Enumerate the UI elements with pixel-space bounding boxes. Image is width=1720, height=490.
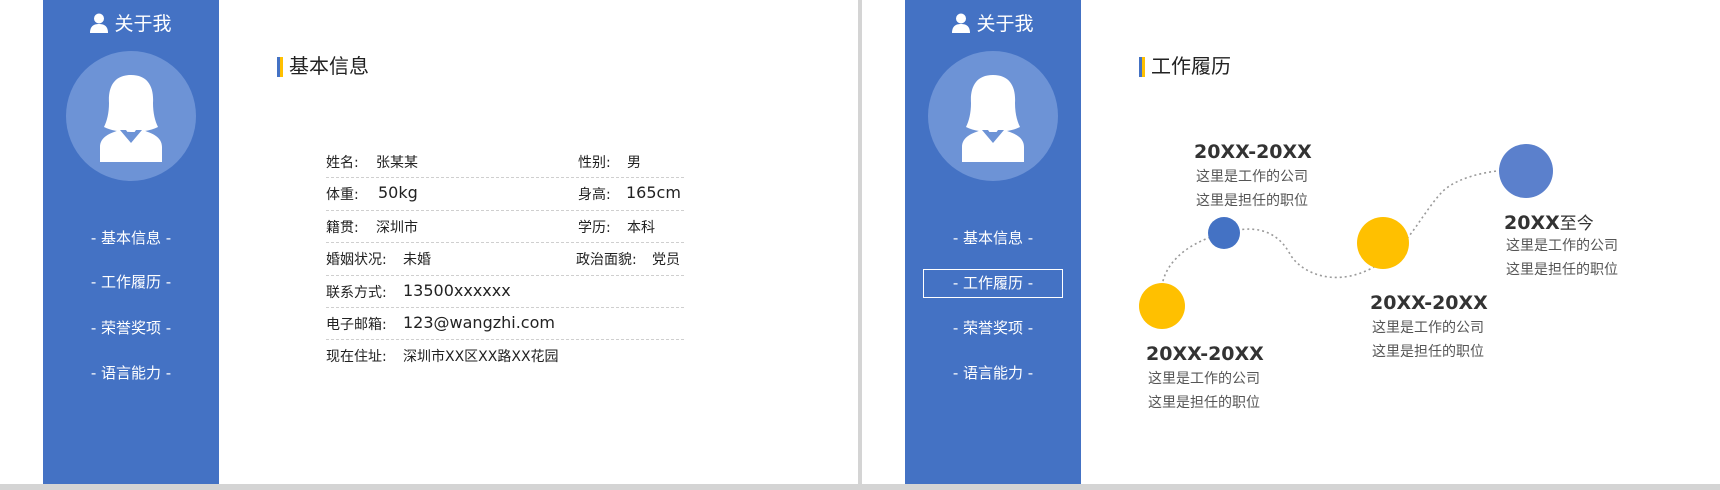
about-me-header: 关于我: [43, 10, 219, 38]
nav-item-work-history[interactable]: - 工作履历 -: [61, 269, 201, 298]
timeline-company: 这里是工作的公司: [1372, 320, 1484, 336]
info-value: 男: [627, 155, 641, 171]
info-label: 体重:: [326, 187, 359, 204]
nav-item-honors[interactable]: - 荣誉奖项 -: [61, 315, 201, 344]
timeline-dot-4: [1499, 144, 1553, 198]
timeline-date-year: 20XX: [1504, 212, 1560, 234]
avatar: [66, 51, 196, 181]
info-label: 性别:: [578, 155, 611, 171]
timeline-company: 这里是工作的公司: [1196, 169, 1308, 185]
info-row: 婚姻状况: 未婚 政治面貌: 党员: [326, 243, 684, 276]
slide-work-history: 关于我 - 基本信息 - - 工作履历 - - 荣誉奖项 - - 语言能力 - …: [862, 0, 1720, 484]
timeline-dot-3: [1357, 217, 1409, 269]
timeline-date: 20XX-20XX: [1146, 343, 1264, 365]
timeline-position: 这里是担任的职位: [1372, 344, 1484, 360]
info-row: 电子邮箱: 123@wangzhi.com: [326, 308, 684, 341]
info-value: 123@wangzhi.com: [403, 312, 555, 332]
info-value: 13500xxxxxx: [403, 280, 511, 300]
info-label: 联系方式:: [326, 284, 387, 301]
timeline-company: 这里是工作的公司: [1148, 371, 1260, 387]
section-title: 基本信息: [277, 52, 369, 80]
timeline-date-suffix: 至今: [1559, 214, 1594, 234]
info-label: 婚姻状况:: [326, 252, 387, 269]
info-value: 165cm: [626, 183, 681, 203]
female-avatar-icon: [100, 75, 162, 162]
info-label: 学历:: [578, 219, 611, 236]
info-row: 姓名: 张某某 性别: 男: [326, 146, 684, 179]
timeline-company: 这里是工作的公司: [1506, 238, 1618, 254]
person-icon: [90, 13, 109, 33]
info-row: 联系方式: 13500xxxxxx: [326, 276, 684, 308]
timeline-position: 这里是担任的职位: [1196, 193, 1308, 209]
basic-info-table: 姓名: 张某某 性别: 男 体重: 50kg 身高: 165cm 籍贯: 深圳市…: [326, 146, 684, 373]
title-accent-bar: [277, 57, 283, 77]
timeline-dot-2: [1208, 217, 1240, 249]
info-value: 50kg: [378, 183, 418, 203]
info-row: 籍贯: 深圳市 学历: 本科: [326, 211, 684, 244]
section-title-text: 基本信息: [289, 54, 369, 78]
info-value: 张某某: [376, 155, 418, 171]
info-value: 深圳市XX区XX路XX花园: [403, 349, 559, 366]
timeline-date: 20XX至今: [1504, 209, 1594, 234]
info-value: 本科: [627, 219, 655, 236]
slide-basic-info: 关于我 - 基本信息 - - 工作履历 - - 荣誉奖项 - - 语言能力 - …: [0, 0, 858, 484]
about-me-title: 关于我: [114, 13, 172, 35]
nav-item-basic-info[interactable]: - 基本信息 -: [61, 225, 201, 254]
info-label: 现在住址:: [326, 349, 387, 366]
info-value: 未婚: [403, 252, 431, 269]
sidebar: 关于我 - 基本信息 - - 工作履历 - - 荣誉奖项 - - 语言能力 -: [43, 0, 219, 484]
timeline-position: 这里是担任的职位: [1148, 395, 1260, 411]
info-label: 姓名:: [326, 155, 359, 171]
info-label: 电子邮箱:: [326, 316, 387, 333]
info-label: 身高:: [578, 187, 611, 204]
timeline-date: 20XX-20XX: [1194, 141, 1312, 163]
info-label: 政治面貌:: [576, 252, 637, 269]
info-value: 党员: [652, 252, 680, 269]
timeline-date: 20XX-20XX: [1370, 292, 1488, 314]
info-row: 现在住址: 深圳市XX区XX路XX花园: [326, 340, 684, 372]
info-label: 籍贯:: [326, 219, 359, 236]
nav-item-languages[interactable]: - 语言能力 -: [61, 360, 201, 389]
info-value: 深圳市: [376, 219, 418, 236]
timeline-position: 这里是担任的职位: [1506, 262, 1618, 278]
timeline-dot-1: [1139, 283, 1185, 329]
info-row: 体重: 50kg 身高: 165cm: [326, 178, 684, 211]
